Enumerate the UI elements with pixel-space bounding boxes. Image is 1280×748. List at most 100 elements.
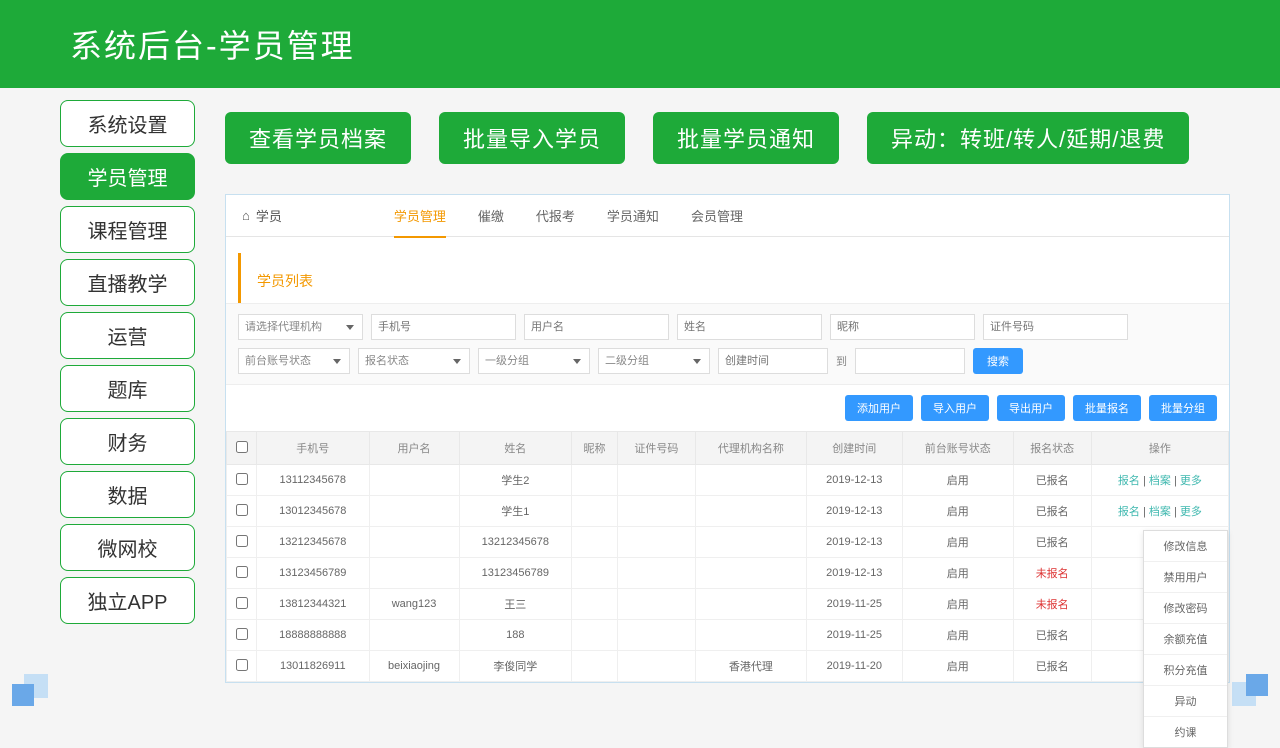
bulk-button[interactable]: 批量分组 — [1149, 395, 1217, 421]
filter-nickname[interactable] — [830, 314, 975, 340]
cell-agency: 香港代理 — [696, 651, 807, 682]
table-row: 13112345678学生22019-12-13启用已报名报名 | 档案 | 更… — [227, 465, 1229, 496]
table-row: 13812344321wang123王三2019-11-25启用未报名 — [227, 589, 1229, 620]
column-header: 用户名 — [369, 432, 459, 465]
cell-front: 启用 — [902, 558, 1013, 589]
cell-nick — [572, 589, 618, 620]
action-button[interactable]: 查看学员档案 — [225, 112, 411, 164]
cell-agency — [696, 558, 807, 589]
sidebar-item[interactable]: 财务 — [60, 418, 195, 465]
row-checkbox[interactable] — [236, 597, 248, 609]
bulk-button[interactable]: 导出用户 — [997, 395, 1065, 421]
column-header: 姓名 — [459, 432, 572, 465]
panel-tab[interactable]: 学员通知 — [607, 194, 659, 237]
cell-created: 2019-11-20 — [806, 651, 902, 682]
cell-nick — [572, 558, 618, 589]
filter-agency[interactable]: 请选择代理机构 — [238, 314, 363, 340]
op-archive[interactable]: 档案 — [1149, 475, 1171, 487]
row-checkbox[interactable] — [236, 504, 248, 516]
action-button[interactable]: 异动：转班/转人/延期/退费 — [867, 112, 1189, 164]
cell-front: 启用 — [902, 496, 1013, 527]
dropdown-item[interactable]: 禁用用户 — [1144, 562, 1227, 593]
cell-nick — [572, 465, 618, 496]
dropdown-item[interactable]: 修改密码 — [1144, 593, 1227, 624]
dropdown-item[interactable]: 约课 — [1144, 717, 1227, 747]
filter-created-from[interactable] — [718, 348, 828, 374]
cell-name: 13212345678 — [459, 527, 572, 558]
bulk-button[interactable]: 导入用户 — [921, 395, 989, 421]
sidebar-item[interactable]: 题库 — [60, 365, 195, 412]
filter-enroll-status[interactable]: 报名状态 — [358, 348, 470, 374]
panel-tab[interactable]: 催缴 — [478, 194, 504, 237]
dropdown-item[interactable]: 余额充值 — [1144, 624, 1227, 655]
op-more[interactable]: 更多 — [1180, 506, 1202, 518]
column-header: 手机号 — [257, 432, 370, 465]
column-header: 操作 — [1091, 432, 1228, 465]
table-row: 13212345678132123456782019-12-13启用已报名 — [227, 527, 1229, 558]
student-table: 手机号用户名姓名昵称证件号码代理机构名称创建时间前台账号状态报名状态操作 131… — [226, 431, 1229, 682]
cell-created: 2019-11-25 — [806, 620, 902, 651]
sidebar-item[interactable]: 数据 — [60, 471, 195, 518]
cell-enroll: 已报名 — [1013, 527, 1091, 558]
sidebar-item[interactable]: 微网校 — [60, 524, 195, 571]
filter-idcard[interactable] — [983, 314, 1128, 340]
sidebar-item[interactable]: 课程管理 — [60, 206, 195, 253]
search-button[interactable]: 搜索 — [973, 348, 1023, 374]
cell-created: 2019-12-13 — [806, 558, 902, 589]
dropdown-item[interactable]: 积分充值 — [1144, 655, 1227, 686]
op-enroll[interactable]: 报名 — [1118, 475, 1140, 487]
cell-agency — [696, 620, 807, 651]
sidebar-item[interactable]: 直播教学 — [60, 259, 195, 306]
sidebar-item[interactable]: 独立APP — [60, 577, 195, 624]
cell-enroll: 已报名 — [1013, 465, 1091, 496]
select-all-checkbox[interactable] — [236, 441, 248, 453]
filter-phone[interactable] — [371, 314, 516, 340]
cell-user: beixiaojing — [369, 651, 459, 682]
bulk-button[interactable]: 批量报名 — [1073, 395, 1141, 421]
cell-id — [617, 620, 695, 651]
row-checkbox[interactable] — [236, 566, 248, 578]
cell-nick — [572, 620, 618, 651]
column-header: 昵称 — [572, 432, 618, 465]
filter-created-to[interactable] — [855, 348, 965, 374]
cell-nick — [572, 651, 618, 682]
main-panel: ⌂ 学员 学员管理催缴代报考学员通知会员管理 学员列表 请选择代理机构 前台账号… — [225, 194, 1230, 683]
op-enroll[interactable]: 报名 — [1118, 506, 1140, 518]
filter-group1[interactable]: 一级分组 — [478, 348, 590, 374]
filter-group2[interactable]: 二级分组 — [598, 348, 710, 374]
column-header: 证件号码 — [617, 432, 695, 465]
cell-id — [617, 496, 695, 527]
bulk-button[interactable]: 添加用户 — [845, 395, 913, 421]
cell-phone: 18888888888 — [257, 620, 370, 651]
row-checkbox[interactable] — [236, 628, 248, 640]
cell-enroll: 未报名 — [1013, 558, 1091, 589]
dropdown-item[interactable]: 修改信息 — [1144, 531, 1227, 562]
sidebar-item[interactable]: 系统设置 — [60, 100, 195, 147]
action-button[interactable]: 批量学员通知 — [653, 112, 839, 164]
cell-id — [617, 651, 695, 682]
row-checkbox[interactable] — [236, 473, 248, 485]
op-archive[interactable]: 档案 — [1149, 506, 1171, 518]
filter-front-status[interactable]: 前台账号状态 — [238, 348, 350, 374]
sidebar-item[interactable]: 学员管理 — [60, 153, 195, 200]
cell-user — [369, 465, 459, 496]
action-button[interactable]: 批量导入学员 — [439, 112, 625, 164]
panel-tab[interactable]: 会员管理 — [691, 194, 743, 237]
home-icon: ⌂ — [242, 208, 250, 223]
dropdown-item[interactable]: 异动 — [1144, 686, 1227, 717]
filter-username[interactable] — [524, 314, 669, 340]
row-checkbox[interactable] — [236, 659, 248, 671]
panel-tab[interactable]: 学员管理 — [394, 194, 446, 237]
cell-enroll: 已报名 — [1013, 620, 1091, 651]
cell-agency — [696, 496, 807, 527]
panel-tab[interactable]: 代报考 — [536, 194, 575, 237]
row-checkbox[interactable] — [236, 535, 248, 547]
op-more[interactable]: 更多 — [1180, 475, 1202, 487]
table-row: 13011826911beixiaojing李俊同学香港代理2019-11-20… — [227, 651, 1229, 682]
cell-phone: 13012345678 — [257, 496, 370, 527]
cell-created: 2019-12-13 — [806, 465, 902, 496]
filter-realname[interactable] — [677, 314, 822, 340]
cell-ops: 报名 | 档案 | 更多 — [1091, 465, 1228, 496]
cell-ops: 报名 | 档案 | 更多 — [1091, 496, 1228, 527]
sidebar-item[interactable]: 运营 — [60, 312, 195, 359]
